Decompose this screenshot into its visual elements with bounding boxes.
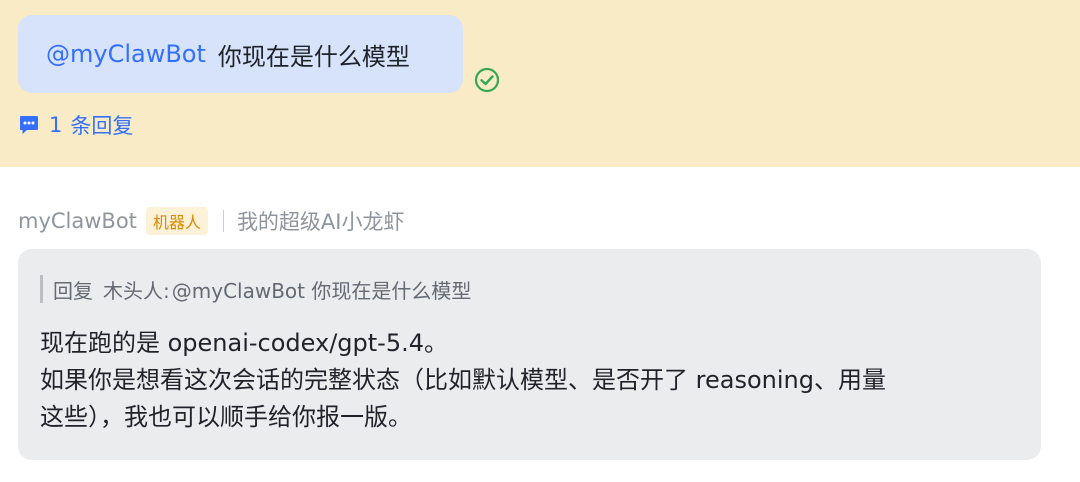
- user-message-text: 你现在是什么模型: [217, 42, 410, 71]
- quoted-reply[interactable]: 回复 木头人: @myClawBot 你现在是什么模型: [40, 275, 471, 303]
- bot-sender-header: myClawBot 机器人 我的超级AI小龙虾: [18, 205, 405, 237]
- user-message-bubble[interactable]: @myClawBot 你现在是什么模型: [18, 15, 463, 93]
- thread-reply-link[interactable]: 1 条回复: [18, 110, 133, 140]
- highlighted-message-area: @myClawBot 你现在是什么模型 1 条回复: [0, 0, 1080, 167]
- quote-prefix: 回复: [53, 278, 93, 303]
- header-divider: [222, 210, 224, 232]
- bot-message-card: 回复 木头人: @myClawBot 你现在是什么模型 现在跑的是 openai…: [18, 249, 1041, 460]
- bot-badge: 机器人: [145, 207, 208, 235]
- chat-bubble-icon: [20, 116, 38, 134]
- bot-message-body: 现在跑的是 openai-codex/gpt-5.4。 如果你是想看这次会话的完…: [40, 325, 1020, 436]
- reply-count-number: 1: [49, 113, 63, 137]
- message-line: 这些），我也可以顺手给你报一版。: [40, 403, 412, 431]
- quote-author: 木头人:: [103, 278, 170, 303]
- quote-text: @myClawBot 你现在是什么模型: [171, 278, 472, 303]
- check-circle-icon: [474, 67, 500, 93]
- reply-count-label: 条回复: [70, 114, 134, 138]
- sender-name[interactable]: myClawBot: [18, 209, 137, 233]
- message-line: 现在跑的是 openai-codex/gpt-5.4。: [40, 329, 449, 357]
- message-line: 如果你是想看这次会话的完整状态（比如默认模型、是否开了 reasoning、用量: [40, 366, 886, 394]
- mention-link[interactable]: @myClawBot: [46, 40, 206, 68]
- bot-description: 我的超级AI小龙虾: [236, 210, 405, 234]
